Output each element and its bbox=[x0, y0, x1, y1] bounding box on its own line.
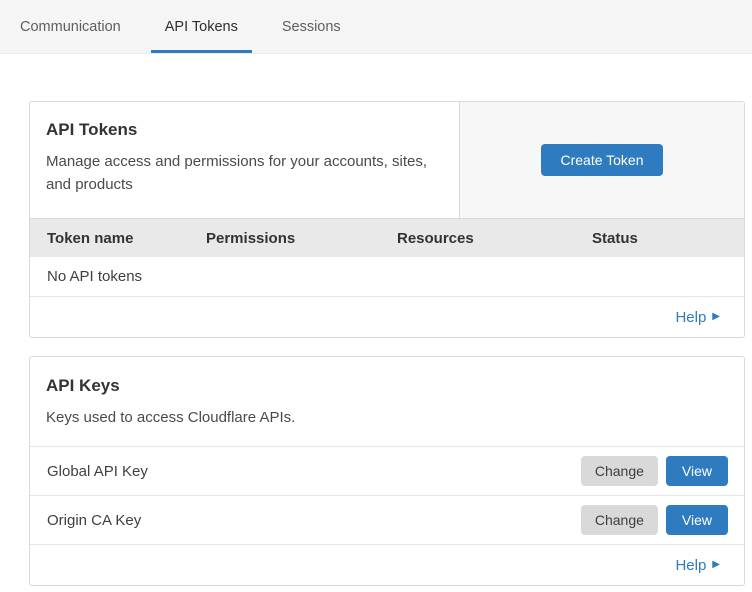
tab-communication[interactable]: Communication bbox=[6, 0, 135, 53]
key-name: Origin CA Key bbox=[47, 512, 581, 529]
api-keys-title: API Keys bbox=[46, 376, 728, 396]
api-tokens-header-text: API Tokens Manage access and permissions… bbox=[30, 102, 459, 218]
key-row-global-api-key: Global API Key Change View bbox=[30, 447, 744, 496]
api-keys-card-footer: Help ▶ bbox=[30, 545, 744, 585]
api-keys-card: API Keys Keys used to access Cloudflare … bbox=[29, 356, 745, 586]
tab-api-tokens[interactable]: API Tokens bbox=[151, 0, 252, 53]
tokens-table-header-resources: Resources bbox=[397, 230, 592, 247]
origin-ca-key-view-button[interactable]: View bbox=[666, 505, 728, 535]
key-actions: Change View bbox=[581, 505, 728, 535]
chevron-right-icon: ▶ bbox=[712, 560, 720, 570]
api-tokens-description: Manage access and permissions for your a… bbox=[46, 150, 439, 197]
api-keys-help-link[interactable]: Help ▶ bbox=[675, 557, 720, 574]
tokens-table-header-permissions: Permissions bbox=[206, 230, 397, 247]
key-row-origin-ca-key: Origin CA Key Change View bbox=[30, 496, 744, 545]
key-actions: Change View bbox=[581, 456, 728, 486]
api-keys-card-header: API Keys Keys used to access Cloudflare … bbox=[30, 357, 744, 447]
tab-sessions[interactable]: Sessions bbox=[268, 0, 355, 53]
api-tokens-card: API Tokens Manage access and permissions… bbox=[29, 101, 745, 338]
origin-ca-key-change-button[interactable]: Change bbox=[581, 505, 658, 535]
api-tokens-help-link[interactable]: Help ▶ bbox=[675, 309, 720, 326]
chevron-right-icon: ▶ bbox=[712, 312, 720, 322]
tokens-empty-message: No API tokens bbox=[47, 268, 142, 285]
api-tokens-title: API Tokens bbox=[46, 120, 439, 140]
api-tokens-help-label: Help bbox=[675, 309, 706, 326]
tokens-table-header-row: Token name Permissions Resources Status bbox=[30, 218, 744, 257]
create-token-button[interactable]: Create Token bbox=[541, 144, 662, 176]
global-api-key-view-button[interactable]: View bbox=[666, 456, 728, 486]
api-keys-help-label: Help bbox=[675, 557, 706, 574]
tokens-empty-row: No API tokens bbox=[30, 257, 744, 297]
api-tokens-card-header: API Tokens Manage access and permissions… bbox=[30, 102, 744, 218]
tab-bar: Communication API Tokens Sessions bbox=[0, 0, 752, 54]
api-keys-description: Keys used to access Cloudflare APIs. bbox=[46, 406, 446, 429]
api-tokens-action-panel: Create Token bbox=[459, 102, 744, 218]
global-api-key-change-button[interactable]: Change bbox=[581, 456, 658, 486]
key-name: Global API Key bbox=[47, 463, 581, 480]
api-tokens-card-footer: Help ▶ bbox=[30, 297, 744, 337]
tokens-table-header-status: Status bbox=[592, 230, 744, 247]
tokens-table-header-token-name: Token name bbox=[47, 230, 206, 247]
